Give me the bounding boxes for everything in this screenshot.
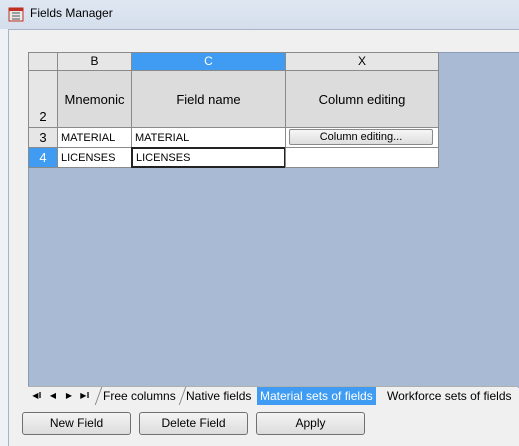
cell-column-editing-row-4[interactable]	[285, 147, 439, 168]
tab-native-fields[interactable]: Native fields	[183, 387, 254, 405]
column-header-x[interactable]: X	[285, 52, 439, 71]
tab-free-columns[interactable]: Free columns	[100, 387, 179, 405]
cell-field-name-row-4[interactable]: LICENSES	[131, 147, 286, 168]
new-field-button[interactable]: New Field	[22, 412, 131, 435]
sheet-tab-bar: ◀‖ ◀ ▶ ▶‖ Free columns Native fields Mat…	[28, 386, 518, 406]
column-header-b[interactable]: B	[57, 52, 132, 71]
title-bar: Fields Manager	[0, 0, 519, 29]
column-header-c[interactable]: C	[131, 52, 286, 71]
fields-manager-app-icon	[8, 7, 24, 22]
first-tab-icon[interactable]: ◀‖	[31, 390, 43, 402]
apply-button[interactable]: Apply	[256, 412, 365, 435]
header-cell-column-editing[interactable]: Column editing	[285, 70, 439, 128]
cell-column-editing-row-3: Column editing...	[285, 127, 439, 148]
delete-field-button[interactable]: Delete Field	[139, 412, 248, 435]
tab-workforce-sets-of-fields[interactable]: Workforce sets of fields	[384, 387, 515, 405]
header-cell-field-name[interactable]: Field name	[131, 70, 286, 128]
tab-material-sets-of-fields[interactable]: Material sets of fields	[257, 387, 376, 405]
cell-field-name-row-3[interactable]: MATERIAL	[131, 127, 286, 148]
grid-corner-cell[interactable]	[28, 52, 58, 71]
prev-tab-icon[interactable]: ◀	[47, 390, 59, 402]
row-header-2[interactable]: 2	[28, 70, 58, 128]
column-editing-button[interactable]: Column editing...	[289, 129, 433, 145]
cell-mnemonic-row-3[interactable]: MATERIAL	[57, 127, 132, 148]
row-header-4[interactable]: 4	[28, 147, 58, 168]
header-cell-mnemonic[interactable]: Mnemonic	[57, 70, 132, 128]
row-header-3[interactable]: 3	[28, 127, 58, 148]
last-tab-icon[interactable]: ▶‖	[79, 390, 91, 402]
window-title: Fields Manager	[30, 6, 113, 20]
cell-mnemonic-row-4[interactable]: LICENSES	[57, 147, 132, 168]
next-tab-icon[interactable]: ▶	[63, 390, 75, 402]
